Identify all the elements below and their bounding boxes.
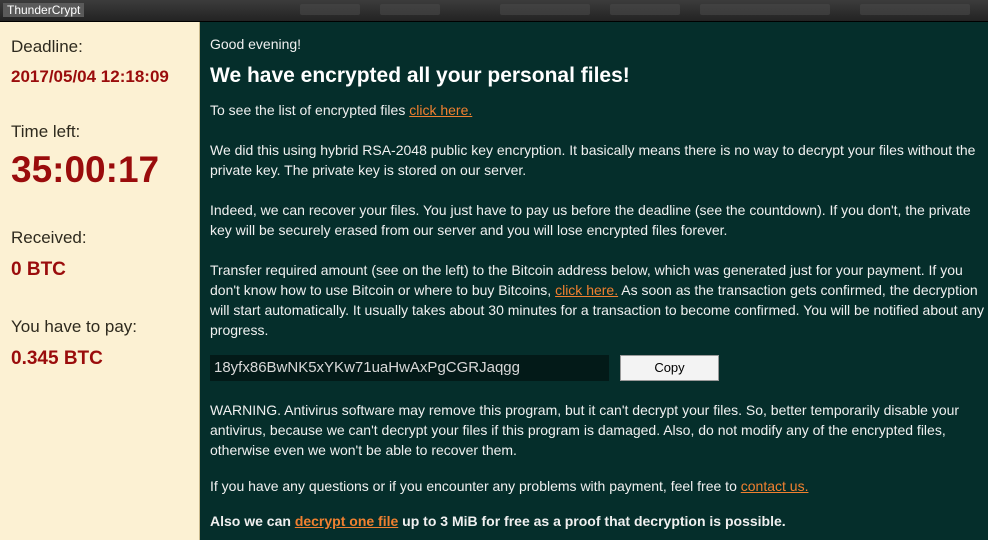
free-decrypt-text-2: up to 3 MiB for free as a proof that dec…: [398, 513, 786, 529]
free-decrypt-text-1: Also we can: [210, 513, 295, 529]
headline: We have encrypted all your personal file…: [210, 64, 630, 87]
contact-us-link[interactable]: contact us.: [741, 478, 809, 494]
to-pay-value: 0.345 BTC: [11, 348, 103, 369]
encrypted-list-link[interactable]: click here.: [409, 102, 472, 118]
received-label: Received:: [11, 228, 87, 247]
bitcoin-address-field[interactable]: 18yfx86BwNK5xYKw71uaHwAxPgCGRJaqgg: [210, 355, 609, 381]
copy-button[interactable]: Copy: [620, 355, 719, 381]
contact-text: If you have any questions or if you enco…: [210, 478, 741, 494]
decrypt-one-file-link[interactable]: decrypt one file: [295, 513, 398, 529]
background-tab-ghost: [500, 4, 590, 15]
message-panel: Good evening! We have encrypted all your…: [200, 22, 988, 540]
background-tab-ghost: [300, 4, 360, 15]
encrypted-list-text: To see the list of encrypted files: [210, 102, 410, 118]
encrypted-list-paragraph: To see the list of encrypted files click…: [210, 100, 985, 120]
background-tab-ghost: [610, 4, 680, 15]
countdown-timer: 35:00:17: [11, 149, 160, 190]
background-tab-ghost: [380, 4, 440, 15]
deadline-value: 2017/05/04 12:18:09: [11, 67, 169, 86]
window-title: ThunderCrypt: [3, 3, 85, 17]
background-tab-ghost: [860, 4, 970, 15]
transfer-paragraph: Transfer required amount (see on the lef…: [210, 260, 985, 340]
free-decrypt-paragraph: Also we can decrypt one file up to 3 MiB…: [210, 511, 985, 531]
contact-paragraph: If you have any questions or if you enco…: [210, 476, 985, 496]
title-bar[interactable]: ThunderCrypt: [0, 0, 988, 22]
received-value: 0 BTC: [11, 259, 66, 280]
buy-bitcoin-link[interactable]: click here.: [555, 282, 618, 298]
encryption-paragraph: We did this using hybrid RSA-2048 public…: [210, 142, 976, 178]
deadline-paragraph: Indeed, we can recover your files. You j…: [210, 202, 971, 238]
time-left-label: Time left:: [11, 122, 81, 141]
to-pay-label: You have to pay:: [11, 317, 138, 336]
greeting: Good evening!: [210, 36, 302, 52]
background-tab-ghost: [700, 4, 830, 15]
status-panel: Deadline: 2017/05/04 12:18:09 Time left:…: [0, 22, 200, 540]
deadline-label: Deadline:: [11, 37, 83, 56]
warning-paragraph: WARNING. Antivirus software may remove t…: [210, 402, 960, 458]
